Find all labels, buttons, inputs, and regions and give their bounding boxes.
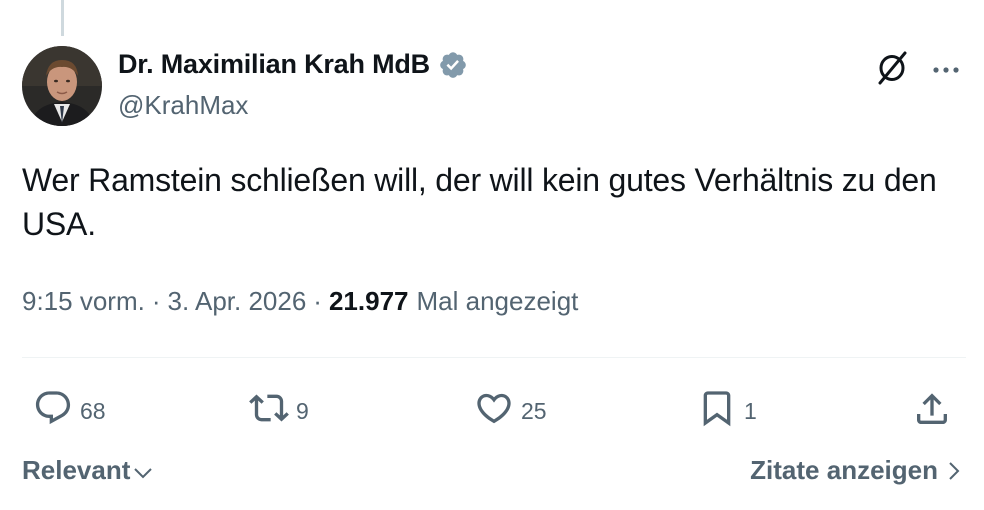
chevron-right-icon <box>949 461 960 480</box>
repost-count: 9 <box>296 397 309 424</box>
tweet-text: Wer Ramstein schließen will, der will ke… <box>22 162 937 242</box>
view-quotes-link[interactable]: Zitate anzeigen <box>750 455 960 486</box>
chevron-down-icon <box>134 467 153 478</box>
tweet-meta: 9:15 vorm. · 3. Apr. 2026 · 21.977 Mal a… <box>22 286 578 317</box>
grok-icon[interactable] <box>874 50 910 91</box>
bookmark-button[interactable]: 1 <box>697 388 757 434</box>
views-count[interactable]: 21.977 <box>329 286 409 317</box>
bookmark-count: 1 <box>744 397 757 424</box>
tweet-time[interactable]: 9:15 vorm. <box>22 286 145 317</box>
verified-badge-icon[interactable] <box>438 50 468 80</box>
tweet-date[interactable]: 3. Apr. 2026 <box>168 286 307 317</box>
sort-label: Relevant <box>22 455 131 485</box>
author-display-name-text: Dr. Maximilian Krah MdB <box>118 49 430 79</box>
share-button[interactable] <box>912 389 952 435</box>
bookmark-icon <box>697 388 737 434</box>
meta-separator: · <box>151 286 161 316</box>
sort-replies-dropdown[interactable]: Relevant <box>22 455 153 486</box>
like-icon <box>474 388 514 434</box>
repost-button[interactable]: 9 <box>249 388 309 434</box>
like-count: 25 <box>521 397 547 424</box>
more-icon[interactable] <box>932 62 962 80</box>
like-button[interactable]: 25 <box>474 388 547 434</box>
reply-icon <box>33 388 73 434</box>
divider <box>22 357 966 358</box>
repost-icon <box>249 388 289 434</box>
thread-connector-line <box>61 0 64 36</box>
reply-count: 68 <box>80 397 106 424</box>
author-handle[interactable]: @KrahMax <box>118 90 248 121</box>
reply-button[interactable]: 68 <box>33 388 106 434</box>
meta-separator: · <box>313 286 322 316</box>
share-icon <box>912 389 952 435</box>
avatar-photo <box>22 46 102 126</box>
view-quotes-label: Zitate anzeigen <box>750 455 938 485</box>
avatar[interactable] <box>22 46 102 126</box>
author-display-name[interactable]: Dr. Maximilian Krah MdB <box>118 49 468 80</box>
views-label[interactable]: Mal angezeigt <box>417 286 579 317</box>
